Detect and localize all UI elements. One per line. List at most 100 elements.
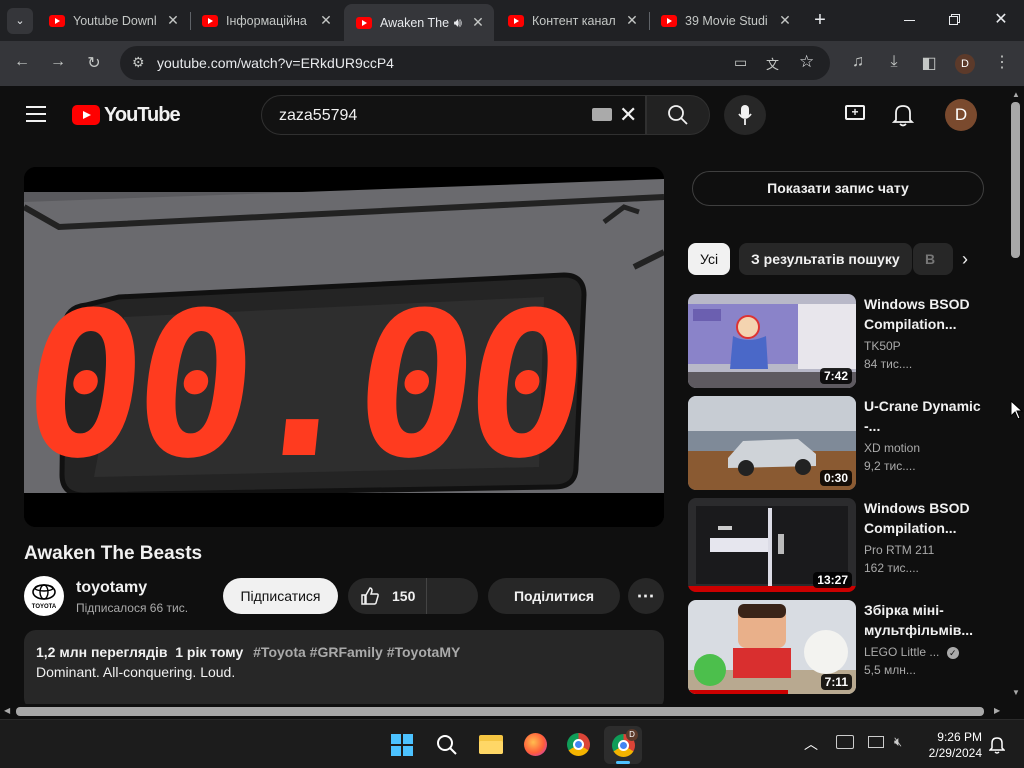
subscribe-button[interactable]: Підписатися	[223, 578, 338, 614]
display-icon[interactable]	[868, 736, 884, 748]
windows-taskbar: D ︿ 🔇︎ 9:26 PM 2/29/2024	[0, 719, 1024, 768]
youtube-favicon-icon	[356, 16, 372, 29]
dislike-button[interactable]	[427, 578, 477, 614]
minimize-window-button[interactable]	[890, 10, 930, 30]
channel-avatar[interactable]: TOYOTA	[24, 576, 64, 616]
system-clock[interactable]: 9:26 PM 2/29/2024	[920, 729, 982, 761]
new-tab-button[interactable]: +	[808, 8, 832, 32]
like-button[interactable]: 150	[348, 578, 427, 614]
horizontal-scroll-thumb[interactable]	[16, 707, 984, 716]
close-window-button[interactable]: ✕	[981, 8, 1021, 32]
tab-awaken-the-beasts[interactable]: Awaken The 🔊︎ ✕	[344, 4, 494, 41]
scroll-right-arrow-icon[interactable]: ▶	[994, 706, 1000, 715]
video-thumbnail[interactable]: 7:42	[688, 294, 856, 388]
youtube-favicon-icon	[202, 14, 218, 27]
tab-title: Awaken The	[380, 15, 450, 30]
show-chat-replay-button[interactable]: Показати запис чату	[692, 171, 984, 206]
scroll-left-arrow-icon[interactable]: ◀	[4, 706, 10, 715]
recommendation-item[interactable]: 7:11 Збірка міні-мультфільмів... LEGO Li…	[688, 600, 988, 694]
close-tab-icon[interactable]: ✕	[622, 12, 642, 29]
keyboard-icon[interactable]	[592, 108, 612, 121]
tab-movie-studio[interactable]: 39 Movie Studi ✕	[649, 6, 801, 35]
video-thumbnail[interactable]: 7:11	[688, 600, 856, 694]
recommendation-item[interactable]: 13:27 Windows BSOD Compilation... Pro RT…	[688, 498, 988, 592]
share-button[interactable]: Поділитися	[488, 578, 620, 614]
tab-channel-content[interactable]: Контент канал ✕	[496, 6, 648, 35]
media-controls-icon[interactable]: ♫	[846, 53, 870, 71]
video-duration: 7:42	[819, 368, 852, 384]
search-input[interactable]: zaza55794 ✕	[261, 95, 646, 135]
bookmark-star-icon[interactable]: ☆	[799, 52, 814, 72]
video-description[interactable]: 1,2 млн переглядів 1 рік тому #Toyota #G…	[24, 630, 664, 710]
close-tab-icon[interactable]: ✕	[468, 14, 488, 31]
voice-search-button[interactable]	[724, 95, 766, 135]
vertical-scroll-thumb[interactable]	[1011, 102, 1020, 258]
side-panel-icon[interactable]: ◧	[917, 53, 941, 73]
horizontal-scrollbar[interactable]: ◀ ▶	[0, 704, 1008, 719]
recommendation-title: Windows BSOD Compilation...	[864, 296, 970, 332]
recommendation-item[interactable]: 0:30 U-Crane Dynamic -... XD motion 9,2 …	[688, 396, 988, 490]
chip-from-search[interactable]: З результатів пошуку	[739, 243, 912, 275]
tab-informational[interactable]: Інформаційна ✕	[190, 6, 342, 35]
clock-date: 2/29/2024	[928, 746, 982, 760]
video-thumbnail[interactable]: 0:30	[688, 396, 856, 490]
windows-start-icon[interactable]	[391, 734, 413, 756]
scroll-up-arrow-icon[interactable]: ▲	[1012, 90, 1020, 99]
close-tab-icon[interactable]: ✕	[775, 12, 795, 29]
chip-partial[interactable]: В	[913, 243, 953, 275]
tab-title: Інформаційна	[226, 13, 307, 28]
search-query-text: zaza55794	[279, 107, 358, 124]
chrome-menu-icon[interactable]: ⋮	[990, 52, 1014, 72]
volume-muted-icon[interactable]: 🔇︎	[894, 734, 902, 750]
chip-all[interactable]: Усі	[688, 243, 731, 275]
chips-next-chevron-icon[interactable]: ›	[953, 243, 977, 275]
firefox-icon[interactable]	[524, 733, 547, 756]
close-tab-icon[interactable]: ✕	[316, 12, 336, 29]
toyota-logo-text: TOYOTA	[32, 604, 57, 610]
back-arrow-icon[interactable]: ←	[10, 53, 34, 71]
more-actions-button[interactable]: ⋯	[628, 578, 664, 614]
video-thumbnail[interactable]: 13:27	[688, 498, 856, 592]
channel-name-text: LEGO Little ...	[864, 645, 940, 659]
download-icon[interactable]: ⤓	[882, 53, 906, 71]
show-hidden-icons-chevron-icon[interactable]: ︿	[804, 734, 818, 754]
mouse-cursor-icon	[1010, 400, 1024, 420]
vertical-scrollbar[interactable]: ▲ ▼	[1008, 86, 1024, 704]
recommendation-views: 84 тис....	[864, 357, 913, 371]
url-text: youtube.com/watch?v=ERkdUR9ccP4	[157, 55, 394, 71]
profile-avatar[interactable]: D	[955, 54, 975, 74]
youtube-logo[interactable]: YouTube	[72, 103, 181, 127]
chrome-profile-active-icon[interactable]: D	[604, 726, 642, 764]
cast-icon[interactable]: ▭	[734, 54, 747, 71]
file-explorer-icon[interactable]	[479, 735, 503, 754]
video-player[interactable]: 00.00	[24, 167, 664, 527]
audio-playing-icon[interactable]: 🔊︎	[454, 15, 462, 31]
notification-bell-icon[interactable]	[989, 736, 1005, 754]
restore-window-button[interactable]	[935, 10, 975, 30]
translate-icon[interactable]: 文	[766, 54, 779, 73]
create-video-icon[interactable]: +	[845, 105, 865, 120]
network-icon[interactable]	[836, 735, 854, 749]
search-button[interactable]	[646, 95, 710, 135]
scroll-down-arrow-icon[interactable]: ▼	[1012, 688, 1020, 697]
tab-youtube-downloader[interactable]: Youtube Downl ✕	[37, 6, 189, 35]
account-avatar[interactable]: D	[945, 99, 977, 131]
clear-search-icon[interactable]: ✕	[619, 102, 637, 128]
close-tab-icon[interactable]: ✕	[163, 12, 183, 29]
notifications-bell-icon[interactable]	[892, 103, 914, 127]
hashtags[interactable]: #Toyota #GRFamily #ToyotaMY	[253, 644, 460, 660]
forward-arrow-icon[interactable]: →	[46, 53, 70, 71]
site-info-icon[interactable]: ⚙	[132, 54, 145, 71]
reload-icon[interactable]: ↻	[82, 53, 106, 73]
recommendation-channel: XD motion	[864, 441, 921, 455]
youtube-logo-text: YouTube	[104, 103, 181, 126]
recommendation-channel: TK50P	[864, 339, 901, 353]
recommendation-item[interactable]: 7:42 Windows BSOD Compilation... TK50P 8…	[688, 294, 988, 388]
description-stats: 1,2 млн переглядів 1 рік тому #Toyota #G…	[36, 644, 460, 660]
chrome-icon[interactable]	[567, 733, 590, 756]
channel-name[interactable]: toyotamy	[76, 579, 147, 597]
hamburger-menu-icon[interactable]	[26, 106, 46, 122]
taskbar-search-icon[interactable]	[435, 733, 459, 757]
tab-search-button[interactable]: ⌄	[7, 8, 33, 34]
address-bar[interactable]: ⚙ youtube.com/watch?v=ERkdUR9ccP4 ▭ 文 ☆	[120, 46, 830, 80]
